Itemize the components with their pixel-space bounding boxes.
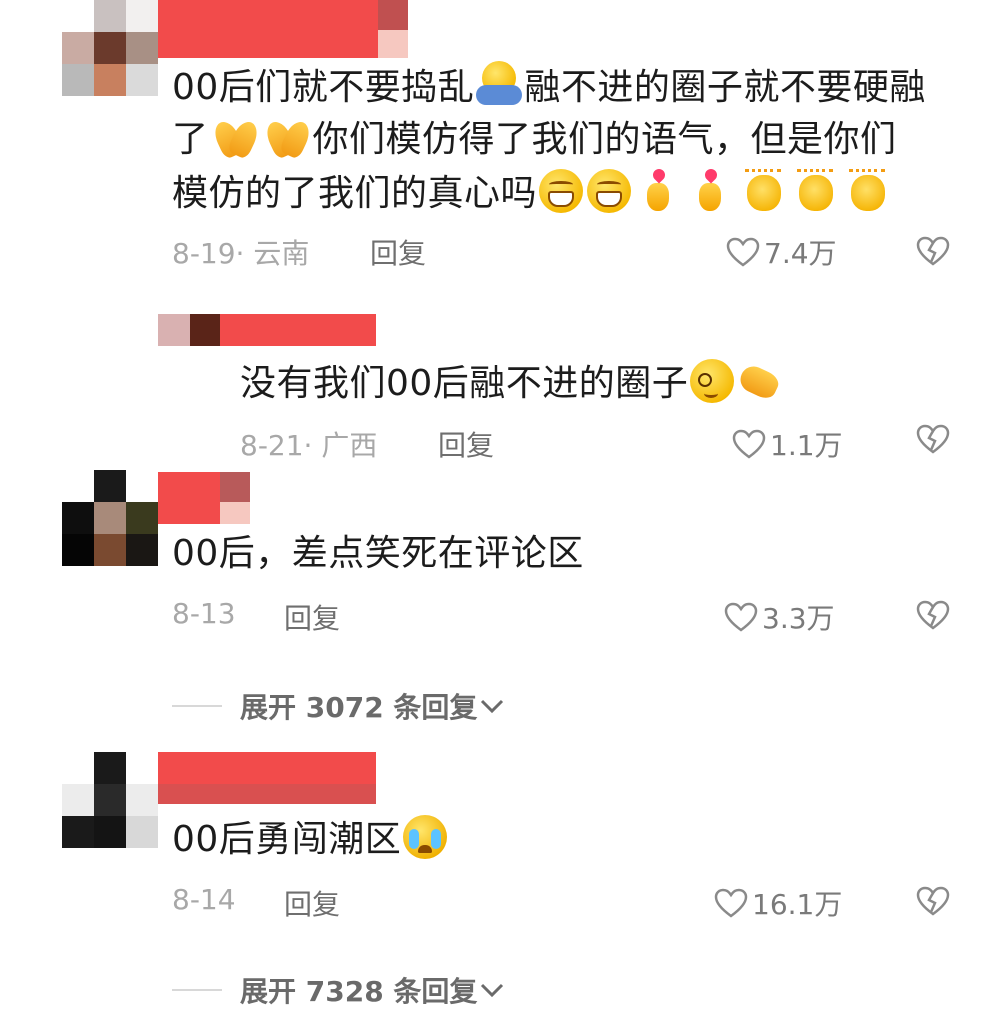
clap-emoji-icon bbox=[795, 169, 835, 213]
finger-heart-emoji-icon bbox=[691, 169, 731, 213]
comment-location: 广西 bbox=[321, 429, 378, 462]
grin-emoji-icon bbox=[539, 169, 584, 213]
like-button[interactable]: 16.1万 bbox=[714, 883, 842, 923]
heart-outline-icon bbox=[724, 602, 758, 632]
broken-heart-icon bbox=[916, 600, 950, 630]
redacted-username[interactable] bbox=[220, 314, 376, 346]
comment-date: 8-21 bbox=[240, 429, 304, 462]
comment-text: 00后们就不要捣乱 融不进的圈子就不要硬融 bbox=[172, 60, 926, 115]
like-button[interactable]: 3.3万 bbox=[724, 597, 835, 637]
clap-emoji-icon bbox=[847, 169, 887, 213]
dislike-button[interactable] bbox=[916, 886, 950, 916]
divider-line bbox=[172, 705, 222, 707]
like-button[interactable]: 7.4万 bbox=[726, 232, 837, 272]
dislike-button[interactable] bbox=[916, 424, 950, 454]
crying-emoji-icon bbox=[403, 815, 448, 859]
avatar-comment-1[interactable] bbox=[62, 0, 158, 96]
broken-heart-icon bbox=[916, 424, 950, 454]
shy-smile-emoji-icon bbox=[690, 359, 735, 403]
comment-meta: 8-21· 广西 bbox=[240, 429, 378, 462]
redacted-username-edge bbox=[220, 502, 250, 524]
avatar-comment-4[interactable] bbox=[62, 752, 158, 848]
heart-outline-icon bbox=[726, 237, 760, 267]
comment-text: 00后，差点笑死在评论区 bbox=[172, 533, 584, 574]
heart-outline-icon bbox=[732, 429, 766, 459]
comment-text: 了你们模仿得了我们的语气，但是你们 bbox=[172, 112, 897, 167]
expand-replies-label: 展开 3072 条回复 bbox=[240, 691, 478, 724]
heart-outline-icon bbox=[714, 888, 748, 918]
like-count: 16.1万 bbox=[752, 888, 843, 921]
chevron-down-icon bbox=[481, 983, 504, 998]
reply-button[interactable]: 回复 bbox=[284, 597, 340, 637]
reply-button[interactable]: 回复 bbox=[438, 424, 494, 464]
redacted-username-edge bbox=[158, 784, 376, 804]
clap-emoji-icon bbox=[743, 169, 783, 213]
pray-emoji-icon bbox=[267, 115, 307, 159]
pointing-hand-emoji-icon bbox=[736, 361, 782, 401]
comment-date: 8-13 bbox=[172, 597, 236, 630]
comment-text: 模仿的了我们的真心吗 bbox=[172, 166, 893, 221]
comment-date: 8-19 bbox=[172, 237, 236, 270]
dislike-button[interactable] bbox=[916, 600, 950, 630]
broken-heart-icon bbox=[916, 886, 950, 916]
pray-emoji-icon bbox=[215, 115, 255, 159]
like-button[interactable]: 1.1万 bbox=[732, 424, 843, 464]
grin-emoji-icon bbox=[587, 169, 632, 213]
like-count: 3.3万 bbox=[762, 602, 835, 635]
divider-line bbox=[172, 989, 222, 991]
like-count: 1.1万 bbox=[770, 429, 843, 462]
expand-replies-button[interactable]: 展开 7328 条回复 bbox=[172, 970, 505, 1010]
comment-location: 云南 bbox=[253, 237, 310, 270]
finger-heart-emoji-icon bbox=[639, 169, 679, 213]
comment-meta: 8-19· 云南 bbox=[172, 237, 310, 270]
comment-text: 00后勇闯潮区 bbox=[172, 812, 449, 867]
broken-heart-icon bbox=[916, 236, 950, 266]
redacted-username-edge bbox=[378, 0, 408, 30]
expand-replies-button[interactable]: 展开 3072 条回复 bbox=[172, 686, 505, 726]
comment-date: 8-14 bbox=[172, 883, 236, 916]
redacted-username[interactable] bbox=[158, 0, 408, 58]
avatar-reply[interactable] bbox=[158, 314, 222, 346]
chevron-down-icon bbox=[481, 699, 504, 714]
dislike-button[interactable] bbox=[916, 236, 950, 266]
expand-replies-label: 展开 7328 条回复 bbox=[240, 975, 478, 1008]
redacted-username-edge bbox=[220, 472, 250, 502]
redacted-username[interactable] bbox=[158, 752, 376, 784]
reply-button[interactable]: 回复 bbox=[370, 232, 426, 272]
comment-text: 没有我们00后融不进的圈子 bbox=[240, 356, 782, 411]
avatar-comment-3[interactable] bbox=[62, 470, 158, 566]
reply-button[interactable]: 回复 bbox=[284, 883, 340, 923]
like-count: 7.4万 bbox=[764, 237, 837, 270]
redacted-username-edge bbox=[378, 30, 408, 58]
redacted-username[interactable] bbox=[158, 472, 220, 524]
hug-emoji-icon bbox=[476, 61, 523, 107]
